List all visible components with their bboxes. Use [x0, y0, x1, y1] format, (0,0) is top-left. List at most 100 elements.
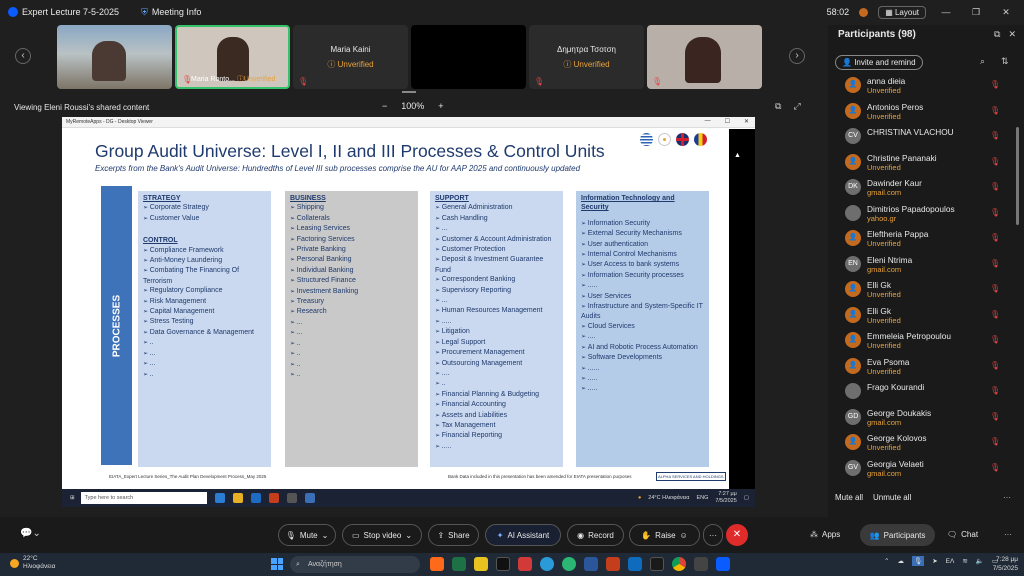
- participant-row[interactable]: 👤 Eva Psoma Unverified 🎙: [828, 354, 1018, 380]
- participant-row[interactable]: 👤 George Kolovos Unverified 🎙: [828, 430, 1018, 456]
- app-icon[interactable]: [232, 493, 243, 503]
- invite-button[interactable]: 👤 Invite and remind: [835, 55, 923, 70]
- participant-row[interactable]: 👤 Eleftheria Pappa Unverified 🎙: [828, 226, 1018, 252]
- participant-row[interactable]: 👤 Antonios Peros Unverified 🎙: [828, 99, 1018, 125]
- participant-row[interactable]: 👤 anna dieia Unverified 🎙: [828, 73, 1018, 99]
- taskbar-clock[interactable]: 7:28 μμ 7/5/2025: [993, 555, 1018, 573]
- start-button[interactable]: [271, 558, 283, 570]
- sort-icon[interactable]: ⇅: [1001, 56, 1009, 67]
- app-icon[interactable]: [304, 493, 315, 503]
- ai-assistant-button[interactable]: ✦ AI Assistant: [485, 524, 561, 546]
- captions-icon[interactable]: 💬⌄: [20, 528, 41, 539]
- raise-hand-button[interactable]: ✋ Raise ☺: [629, 524, 700, 546]
- app-icon[interactable]: [250, 493, 261, 503]
- drag-handle[interactable]: [402, 91, 416, 93]
- remote-search-box[interactable]: Type here to search: [80, 492, 207, 504]
- app-icon[interactable]: [518, 557, 532, 571]
- remote-minimize-button[interactable]: —: [705, 118, 711, 125]
- apps-button[interactable]: ⁂ Apps: [810, 530, 840, 539]
- taskbar-search[interactable]: ⌕ Αναζήτηση: [290, 556, 420, 573]
- location-icon[interactable]: ➤: [932, 557, 937, 565]
- more-button[interactable]: ···: [703, 524, 723, 546]
- app-icon[interactable]: [496, 557, 510, 571]
- mic-muted-icon[interactable]: 🎙: [990, 335, 1000, 344]
- chat-button[interactable]: 🗨 Chat: [947, 530, 978, 539]
- zoom-taskbar-icon[interactable]: [716, 557, 730, 571]
- mute-all-button[interactable]: Mute all: [835, 493, 863, 502]
- scrollbar[interactable]: [1016, 127, 1019, 225]
- volume-icon[interactable]: 🔈: [976, 557, 984, 565]
- mic-muted-icon[interactable]: 🎙: [990, 412, 1000, 421]
- outlook-icon[interactable]: [628, 557, 642, 571]
- video-tile[interactable]: [411, 25, 526, 89]
- share-button[interactable]: ⇪ Share: [428, 524, 479, 546]
- word-icon[interactable]: [584, 557, 598, 571]
- video-tile[interactable]: Δημητρα Τσοτση ⓘ Unverified 🎙: [529, 25, 644, 89]
- mic-muted-icon[interactable]: 🎙: [990, 131, 1000, 140]
- powerpoint-icon[interactable]: [606, 557, 620, 571]
- mic-muted-icon[interactable]: 🎙: [990, 437, 1000, 446]
- app-icon[interactable]: [268, 493, 279, 503]
- participant-row[interactable]: 👤 Emmeleia Petropoulou Unverified 🎙: [828, 328, 1018, 354]
- mic-muted-icon[interactable]: 🎙: [990, 182, 1000, 191]
- video-tile[interactable]: Maria Kaini ⓘ Unverified 🎙: [293, 25, 408, 89]
- mic-muted-icon[interactable]: 🎙: [990, 106, 1000, 115]
- mic-muted-icon[interactable]: 🎙: [990, 208, 1000, 217]
- mic-muted-icon[interactable]: 🎙: [990, 233, 1000, 242]
- participant-row[interactable]: GV Georgia Velaeti gmail.com 🎙: [828, 456, 1018, 482]
- mic-tray-icon[interactable]: 🎙: [911, 556, 925, 566]
- annotate-icon[interactable]: ⧉: [775, 101, 781, 112]
- maximize-button[interactable]: ❐: [966, 7, 986, 18]
- end-call-button[interactable]: ✕: [726, 524, 748, 546]
- more-options-button[interactable]: ···: [1003, 493, 1011, 502]
- mute-button[interactable]: 🎙 Mute ⌄: [278, 524, 336, 546]
- wifi-icon[interactable]: ≋: [962, 557, 967, 565]
- participant-row[interactable]: GD George Doukakis gmail.com 🎙: [828, 405, 1018, 431]
- video-tile[interactable]: 🎙: [647, 25, 762, 89]
- participant-row[interactable]: EN Eleni Ntrima gmail.com 🎙: [828, 252, 1018, 278]
- mic-muted-icon[interactable]: 🎙: [990, 259, 1000, 268]
- unmute-all-button[interactable]: Unmute all: [873, 493, 911, 502]
- fullscreen-icon[interactable]: ⤢: [793, 101, 800, 112]
- participant-row[interactable]: Dimitrios Papadopoulos yahoo.gr 🎙: [828, 201, 1018, 227]
- mic-muted-icon[interactable]: 🎙: [990, 157, 1000, 166]
- record-button[interactable]: ◉ Record: [567, 524, 624, 546]
- edge-icon[interactable]: [540, 557, 554, 571]
- minimize-button[interactable]: —: [936, 7, 956, 17]
- app-icon[interactable]: [562, 557, 576, 571]
- chevron-up-icon[interactable]: ⌃: [884, 557, 889, 565]
- excel-icon[interactable]: [452, 557, 466, 571]
- participant-row[interactable]: 👤 Christine Pananaki Unverified 🎙: [828, 150, 1018, 176]
- windows-start-icon[interactable]: ⊞: [70, 495, 75, 501]
- mic-muted-icon[interactable]: 🎙: [990, 361, 1000, 370]
- cloud-icon[interactable]: ☁: [897, 557, 904, 565]
- app-icon[interactable]: [286, 493, 297, 503]
- video-tile-active[interactable]: 🎙 Maria Ronto... ⓘUnverified: [175, 25, 290, 89]
- app-icon[interactable]: [430, 557, 444, 571]
- zoom-out-button[interactable]: −: [382, 101, 387, 111]
- mic-muted-icon[interactable]: 🎙: [990, 463, 1000, 472]
- remote-close-button[interactable]: ✕: [744, 118, 749, 125]
- participant-row[interactable]: Frago Kourandi 🎙: [828, 379, 1018, 405]
- mic-muted-icon[interactable]: 🎙: [990, 386, 1000, 395]
- app-icon[interactable]: [650, 557, 664, 571]
- more-toolbar-button[interactable]: ···: [1004, 530, 1012, 539]
- mic-muted-icon[interactable]: 🎙: [990, 284, 1000, 293]
- participants-button[interactable]: 👥 Participants: [860, 524, 935, 546]
- video-tile[interactable]: [57, 25, 172, 89]
- chrome-icon[interactable]: [672, 557, 686, 571]
- participant-row[interactable]: CV CHRISTINA VLACHOU 🎙: [828, 124, 1018, 150]
- participant-row[interactable]: 👤 Elli Gk Unverified 🎙: [828, 277, 1018, 303]
- close-window-button[interactable]: ✕: [996, 7, 1016, 18]
- layout-button[interactable]: ▦ Layout: [878, 5, 926, 19]
- app-icon[interactable]: [214, 493, 225, 503]
- remote-maximize-button[interactable]: ☐: [725, 118, 730, 125]
- app-icon[interactable]: [694, 557, 708, 571]
- search-icon[interactable]: ⌕: [980, 56, 985, 67]
- participant-row[interactable]: 👤 Elli Gk Unverified 🎙: [828, 303, 1018, 329]
- zoom-in-button[interactable]: +: [438, 101, 443, 111]
- participant-row[interactable]: DK Dawinder Kaur gmail.com 🎙: [828, 175, 1018, 201]
- meeting-info-button[interactable]: ⛨ Meeting Info: [141, 7, 201, 18]
- notification-icon[interactable]: ▢: [744, 495, 749, 501]
- app-icon[interactable]: [474, 557, 488, 571]
